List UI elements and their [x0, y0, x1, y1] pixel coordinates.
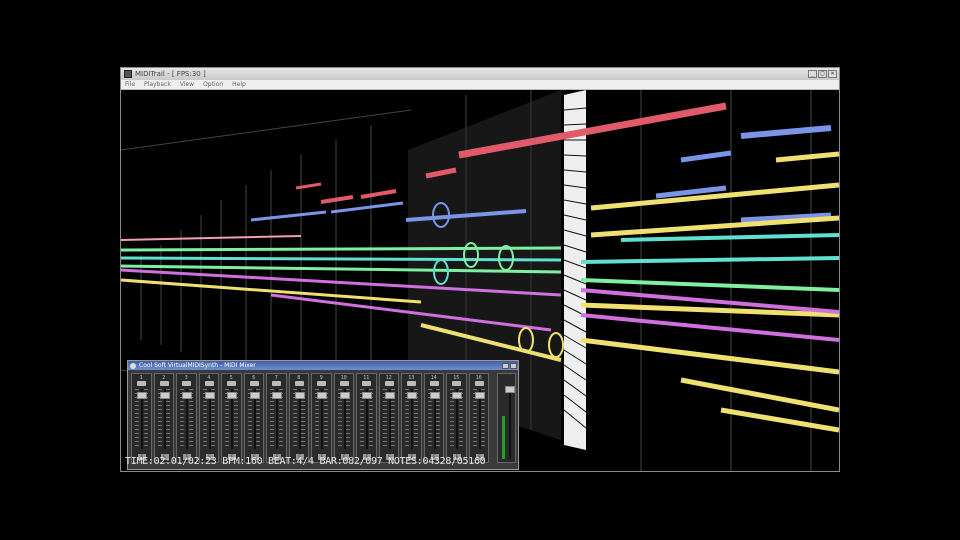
- volume-fader[interactable]: [137, 391, 147, 399]
- mixer-channel-strip: 15 E: [446, 373, 467, 463]
- note-cyan: [121, 256, 562, 262]
- pan-knob[interactable]: [294, 381, 304, 386]
- volume-fader[interactable]: [204, 391, 215, 399]
- mixer-channel-strip: 13 E: [401, 373, 422, 463]
- volume-fader[interactable]: [362, 391, 372, 399]
- mixer-channel-strip: 5E: [221, 373, 242, 463]
- volume-fader[interactable]: [249, 391, 260, 399]
- pan-knob[interactable]: [159, 381, 169, 386]
- volume-fader[interactable]: [272, 391, 282, 399]
- note-cyan: [580, 256, 839, 264]
- mixer-channels: 1 E 2 E 3 E 4 E 5 E 6 E 7 E 8 E 9 E 10 E 11 E 12 E 13 E 14 E 15 E 16 E: [131, 373, 489, 463]
- mixer-channel-strip: 12 E: [378, 373, 399, 463]
- mixer-channel-strip: 6E: [243, 373, 264, 463]
- master-fader-track: [509, 389, 511, 459]
- menu-playback[interactable]: Playback: [144, 81, 171, 88]
- pan-knob[interactable]: [384, 381, 394, 386]
- mixer-title-bar[interactable]: Cool Soft VirtualMIDISynth - MIDI Mixer: [128, 361, 518, 370]
- volume-fader[interactable]: [429, 391, 440, 399]
- window-controls: _ □ ×: [808, 70, 837, 78]
- mixer-minimize-button[interactable]: [502, 362, 509, 369]
- pan-knob[interactable]: [204, 381, 214, 386]
- note-blue: [330, 201, 404, 214]
- mixer-channel-strip: 10 E: [333, 373, 354, 463]
- volume-fader[interactable]: [452, 391, 462, 399]
- volume-fader[interactable]: [159, 391, 170, 399]
- piano-keyboard: [563, 90, 587, 450]
- pan-knob[interactable]: [429, 381, 439, 386]
- midi-mixer-window[interactable]: Cool Soft VirtualMIDISynth - MIDI Mixer …: [127, 360, 519, 470]
- app-icon: [124, 70, 132, 78]
- menu-option[interactable]: Option: [203, 81, 223, 88]
- menu-view[interactable]: View: [180, 81, 194, 88]
- note-blue: [740, 125, 832, 139]
- mixer-channel-strip: 4E: [198, 373, 219, 463]
- pan-knob[interactable]: [317, 381, 326, 386]
- note-green: [580, 278, 839, 292]
- pan-knob[interactable]: [362, 381, 371, 386]
- mixer-channel-strip: 11 E: [356, 373, 377, 463]
- volume-fader[interactable]: [294, 391, 305, 399]
- note-blue: [680, 150, 732, 163]
- mixer-close-button[interactable]: [510, 362, 517, 369]
- volume-fader[interactable]: [182, 391, 192, 399]
- volume-fader[interactable]: [339, 391, 350, 399]
- note-cyan: [620, 233, 839, 242]
- mixer-window-controls: [502, 362, 517, 369]
- playback-status: TIME:02:01/02:23 BPM:160 BEAT:4/4 BAR:08…: [125, 456, 486, 467]
- master-level-meter: [502, 415, 505, 459]
- mixer-channel-strip: 14 E: [423, 373, 444, 463]
- note-yellow: [590, 215, 839, 238]
- mixer-channel-strip: 3E: [176, 373, 197, 463]
- volume-fader[interactable]: [384, 391, 395, 399]
- note-red: [295, 182, 322, 190]
- note-blue: [250, 210, 327, 222]
- note-red: [320, 195, 354, 204]
- volume-fader[interactable]: [474, 391, 485, 399]
- note-visualization[interactable]: Cool Soft VirtualMIDISynth - MIDI Mixer …: [121, 90, 839, 471]
- mixer-channel-strip: 9E: [311, 373, 332, 463]
- note-yellow: [580, 337, 839, 375]
- volume-fader[interactable]: [407, 391, 417, 399]
- mixer-app-icon: [130, 362, 136, 369]
- maximize-button[interactable]: □: [818, 70, 827, 78]
- menu-bar: File Playback View Option Help: [121, 80, 839, 90]
- pan-knob[interactable]: [182, 381, 191, 386]
- mixer-title: Cool Soft VirtualMIDISynth - MIDI Mixer: [139, 362, 256, 369]
- close-button[interactable]: ×: [828, 70, 837, 78]
- pan-knob[interactable]: [272, 381, 281, 386]
- note-yellow: [720, 407, 839, 433]
- note-magenta: [580, 313, 839, 342]
- mixer-channel-strip: 2E: [153, 373, 174, 463]
- master-fader[interactable]: [505, 386, 515, 393]
- note-green: [121, 246, 562, 252]
- mixer-channel-strip: 7E: [266, 373, 287, 463]
- mixer-channel-strip: 8E: [288, 373, 309, 463]
- title-bar[interactable]: MIDITrail - [ FPS:30 ] _ □ ×: [121, 68, 839, 80]
- mixer-channel-strip: 1E: [131, 373, 152, 463]
- volume-fader[interactable]: [317, 391, 327, 399]
- note-yellow: [680, 377, 839, 413]
- midi-visualizer-window: MIDITrail - [ FPS:30 ] _ □ × File Playba…: [120, 67, 840, 472]
- menu-help[interactable]: Help: [232, 81, 246, 88]
- master-channel: [497, 373, 516, 463]
- note-pink: [121, 235, 302, 241]
- volume-fader[interactable]: [227, 391, 237, 399]
- pan-knob[interactable]: [249, 381, 259, 386]
- menu-file[interactable]: File: [125, 81, 135, 88]
- pan-knob[interactable]: [137, 381, 146, 386]
- note-red: [360, 189, 397, 199]
- window-title: MIDITrail - [ FPS:30 ]: [135, 70, 206, 78]
- mixer-channel-strip: 16 E: [468, 373, 489, 463]
- note-yellow: [775, 151, 839, 163]
- pan-knob[interactable]: [452, 381, 461, 386]
- pan-knob[interactable]: [339, 381, 349, 386]
- minimize-button[interactable]: _: [808, 70, 817, 78]
- pan-knob[interactable]: [227, 381, 236, 386]
- pan-knob[interactable]: [407, 381, 416, 386]
- pan-knob[interactable]: [474, 381, 484, 386]
